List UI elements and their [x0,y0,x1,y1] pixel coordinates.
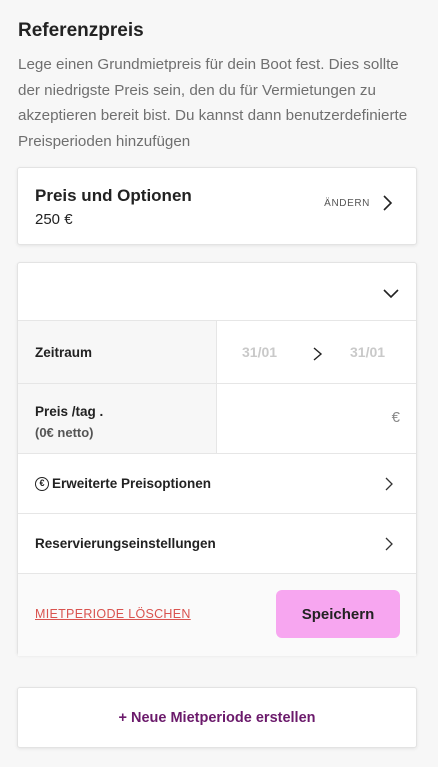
price-options-title: Preis und Optionen [35,186,192,205]
price-per-day-label: Preis /tag . [35,404,104,419]
base-price-value: 250 € [35,211,73,228]
new-period-label: + Neue Mietperiode erstellen [118,710,316,726]
extended-price-options-label: Erweiterte Preisoptionen [52,476,212,491]
extended-price-options-row[interactable]: € Erweiterte Preisoptionen [18,454,416,514]
new-period-button[interactable]: + Neue Mietperiode erstellen [17,687,417,748]
euro-circle-icon: € [35,476,49,491]
change-price-label: ÄNDERN [324,197,370,209]
price-per-day-input[interactable] [218,384,416,453]
date-arrow-icon [311,345,325,363]
change-price-button[interactable]: ÄNDERN [324,194,396,212]
extended-price-options-label-group: € Erweiterte Preisoptionen [35,476,211,491]
period-label-cell: Zeitraum [18,321,217,383]
save-button[interactable]: Speichern [276,590,400,638]
reservation-settings-label: Reservierungseinstellungen [35,536,216,551]
price-options-card: Preis und Optionen 250 € ÄNDERN [17,167,417,245]
price-per-day-row: Preis /tag . (0€ netto) € [18,384,416,454]
chevron-right-icon [380,535,398,553]
period-row: Zeitraum 31/01 31/01 [18,321,416,384]
reference-price-heading: Referenzpreis [18,20,144,41]
start-date-field[interactable]: 31/01 [242,344,277,360]
price-period-card: Zeitraum 31/01 31/01 Preis /tag . (0€ ne… [17,262,417,656]
chevron-down-icon [382,285,400,303]
chevron-right-icon [380,475,398,493]
period-collapse-toggle[interactable] [18,263,416,321]
net-price-note: (0€ netto) [35,425,94,440]
chevron-right-icon [378,194,396,212]
reference-price-intro: Lege einen Grundmietpreis für dein Boot … [18,56,408,150]
period-label: Zeitraum [35,345,93,360]
currency-symbol: € [391,409,400,426]
delete-period-link[interactable]: MIETPERIODE LÖSCHEN [35,607,191,621]
end-date-field[interactable]: 31/01 [350,344,385,360]
price-label-cell: Preis /tag . (0€ netto) [18,384,217,453]
reservation-settings-row[interactable]: Reservierungseinstellungen [18,514,416,574]
